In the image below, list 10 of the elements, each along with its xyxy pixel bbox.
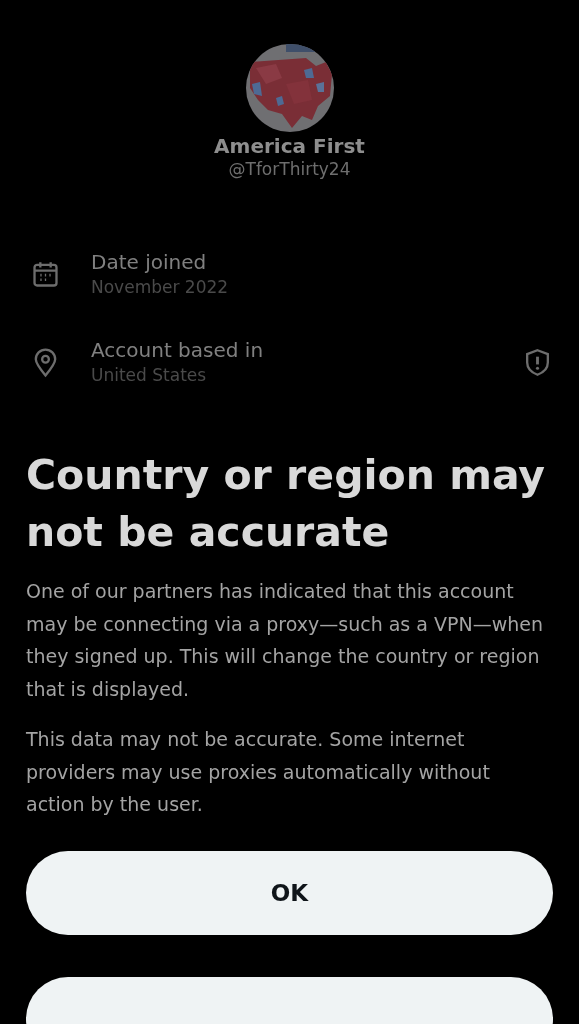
detail-value: November 2022 [91, 276, 230, 299]
detail-label: Date joined [91, 249, 208, 275]
ok-button[interactable]: OK [26, 850, 553, 935]
body-paragraph: One of our partners has indicated that this account may be connecting via a proxy—such as a VPN—when they signed up. This will change the country or region that is displayed. [26, 579, 544, 702]
profile-handle: @TforThirty24 [228, 159, 351, 179]
detail-label: Account based in [91, 337, 265, 363]
detail-value: United States [91, 364, 208, 387]
profile-name: America First [214, 134, 365, 158]
body-paragraph: This data may not be accurate. Some internet providers may use proxies automatically without action by the user. [26, 727, 491, 817]
sheet-title: Country or region may not be accurate [26, 450, 547, 558]
